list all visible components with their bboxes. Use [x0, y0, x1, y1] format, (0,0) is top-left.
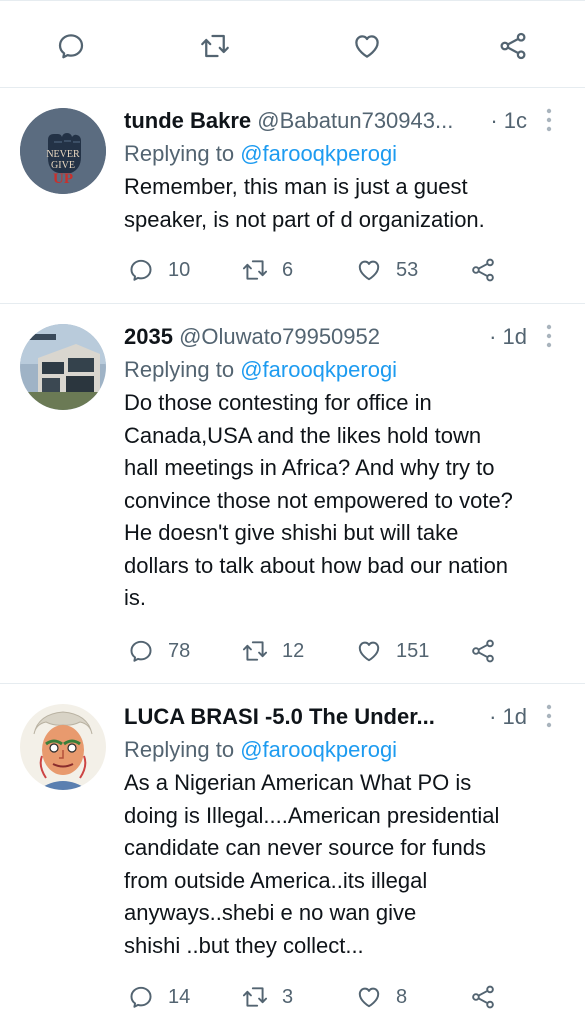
reply-icon[interactable] [56, 31, 86, 61]
tweet-header: LUCA BRASI -5.0 The Under... · 1d [124, 701, 561, 733]
more-options-icon[interactable] [537, 105, 561, 135]
like-button[interactable]: 151 [356, 636, 429, 666]
like-icon [356, 257, 382, 283]
more-options-icon[interactable] [537, 701, 561, 731]
share-icon[interactable] [498, 31, 528, 61]
svg-text:GIVE: GIVE [51, 160, 75, 171]
share-button[interactable] [470, 982, 496, 1012]
reply-count: 10 [168, 258, 191, 281]
timestamp[interactable]: · 1d [485, 701, 527, 733]
tweet-actions: 10 6 53 [124, 255, 561, 285]
retweet-icon [242, 638, 268, 664]
reply-button[interactable]: 78 [128, 636, 190, 666]
like-count: 8 [396, 985, 408, 1008]
reply-count: 78 [168, 639, 191, 662]
like-count: 53 [396, 258, 419, 281]
avatar[interactable] [20, 704, 106, 790]
portrait-avatar [20, 704, 106, 790]
tweet-actions: 78 12 151 [124, 636, 561, 666]
replying-to: Replying to @farooqkperogi [124, 737, 398, 762]
more-options-icon[interactable] [537, 321, 561, 351]
mention-link[interactable]: @farooqkperogi [240, 357, 397, 382]
reply-icon [128, 257, 154, 283]
like-icon[interactable] [352, 31, 382, 61]
avatar[interactable]: NEVER GIVE UP [20, 108, 106, 194]
share-icon [470, 638, 496, 664]
mention-link[interactable]: @farooqkperogi [240, 141, 397, 166]
replying-to: Replying to @farooqkperogi [124, 357, 398, 382]
mention-link[interactable]: @farooqkperogi [240, 737, 397, 762]
svg-text:NEVER: NEVER [46, 149, 80, 160]
tweet[interactable]: LUCA BRASI -5.0 The Under... · 1d Replyi… [0, 684, 585, 1024]
retweet-button[interactable]: 6 [242, 255, 293, 285]
timestamp[interactable]: · 1d [485, 321, 527, 353]
share-button[interactable] [470, 636, 496, 666]
house-avatar [20, 324, 106, 410]
timestamp[interactable]: · 1c [486, 105, 527, 137]
top-action-bar [0, 0, 585, 88]
reply-button[interactable]: 10 [128, 255, 190, 285]
retweet-count: 3 [282, 985, 294, 1008]
tweet[interactable]: 2035 @Oluwato79950952 · 1d Replying to @… [0, 304, 585, 684]
retweet-button[interactable]: 3 [242, 982, 293, 1012]
share-button[interactable] [470, 255, 496, 285]
tweet-text: As a Nigerian American What PO is doing … [124, 770, 500, 958]
display-name[interactable]: 2035 [124, 324, 173, 349]
replying-to: Replying to @farooqkperogi [124, 141, 398, 166]
like-button[interactable]: 8 [356, 982, 407, 1012]
retweet-icon[interactable] [200, 31, 230, 61]
retweet-count: 6 [282, 258, 294, 281]
reply-icon [128, 984, 154, 1010]
display-name[interactable]: tunde Bakre [124, 108, 251, 133]
reply-button[interactable]: 14 [128, 982, 190, 1012]
tweet-actions: 14 3 8 [124, 982, 561, 1012]
retweet-icon [242, 984, 268, 1010]
display-name[interactable]: LUCA BRASI -5.0 The Under... [124, 704, 435, 729]
tweet-text: Remember, this man is just a guest speak… [124, 174, 485, 232]
share-icon [470, 984, 496, 1010]
tweet[interactable]: NEVER GIVE UP tunde Bakre @Babatun730943… [0, 88, 585, 304]
retweet-count: 12 [282, 639, 305, 662]
retweet-button[interactable]: 12 [242, 636, 304, 666]
user-handle[interactable]: @Oluwato79950952 [179, 324, 380, 349]
like-icon [356, 984, 382, 1010]
tweet-header: 2035 @Oluwato79950952 · 1d [124, 321, 561, 353]
tweet-text: Do those contesting for office in Canada… [124, 390, 513, 610]
like-button[interactable]: 53 [356, 255, 418, 285]
share-icon [470, 257, 496, 283]
reply-icon [128, 638, 154, 664]
tweet-header: tunde Bakre @Babatun730943... · 1c [124, 105, 561, 137]
retweet-icon [242, 257, 268, 283]
like-count: 151 [396, 639, 430, 662]
avatar[interactable] [20, 324, 106, 410]
fist-avatar: NEVER GIVE UP [20, 108, 106, 194]
svg-text:UP: UP [53, 171, 73, 187]
reply-count: 14 [168, 985, 191, 1008]
like-icon [356, 638, 382, 664]
user-handle[interactable]: @Babatun730943... [257, 108, 453, 133]
